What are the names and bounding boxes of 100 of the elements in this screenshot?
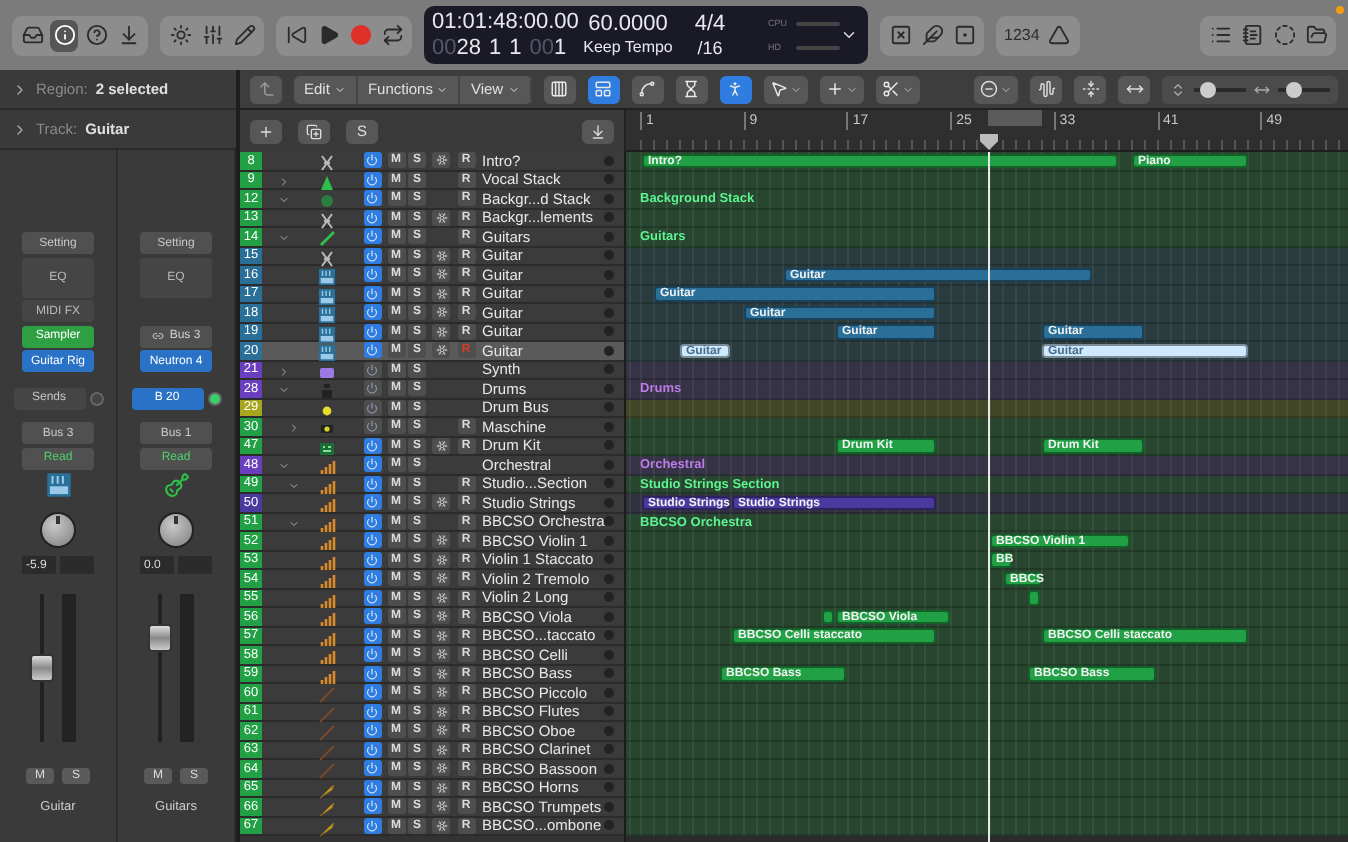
dot-icon xyxy=(604,554,614,565)
freeze-button[interactable] xyxy=(432,722,450,739)
freeze-button[interactable] xyxy=(432,152,450,169)
keyboard-icon xyxy=(318,287,336,305)
send-knob[interactable] xyxy=(207,391,221,405)
horizontal-zoom-thumb[interactable] xyxy=(1285,81,1302,97)
freeze-button[interactable] xyxy=(432,646,450,663)
snowflake-icon xyxy=(435,572,447,585)
help-button[interactable] xyxy=(82,19,110,51)
snowflake-icon xyxy=(435,743,447,756)
power-button[interactable] xyxy=(363,342,381,359)
snowflake-icon xyxy=(435,249,447,262)
dot-icon xyxy=(604,497,614,508)
dot-icon xyxy=(604,668,614,679)
notes-button[interactable] xyxy=(1238,19,1266,51)
dot-icon xyxy=(604,535,614,546)
info-button[interactable] xyxy=(50,19,78,51)
chevron-icon[interactable] xyxy=(840,26,858,44)
power-button[interactable] xyxy=(363,456,381,473)
freeze-button[interactable] xyxy=(432,798,450,815)
fader-thumb[interactable] xyxy=(30,654,54,683)
power-icon xyxy=(366,363,378,376)
dot-icon xyxy=(318,401,336,419)
brightness-button[interactable] xyxy=(166,19,194,51)
snowflake-icon xyxy=(435,819,447,832)
drum-machine-icon xyxy=(318,439,336,457)
freeze-button[interactable] xyxy=(432,760,450,777)
loops-button[interactable] xyxy=(1270,19,1298,51)
duplicate-icon xyxy=(306,123,322,139)
sun-icon xyxy=(169,24,191,46)
waveform-button[interactable] xyxy=(1030,75,1062,103)
columns-icon xyxy=(550,80,569,98)
pan-knob[interactable] xyxy=(40,511,76,547)
power-button[interactable] xyxy=(363,266,381,283)
zoom-button[interactable] xyxy=(974,75,1018,103)
lcd-time: 01:01:48:00.00 xyxy=(432,10,579,34)
flex-button[interactable] xyxy=(675,75,708,103)
locator-range xyxy=(988,110,1042,126)
plus-icon xyxy=(825,80,844,98)
power-icon xyxy=(366,211,378,224)
panel-button[interactable] xyxy=(587,75,620,103)
fader-thumb[interactable] xyxy=(148,624,172,653)
power-button[interactable] xyxy=(363,608,381,625)
catch-button[interactable] xyxy=(719,75,752,103)
playhead-handle[interactable] xyxy=(980,134,998,150)
fade-button[interactable] xyxy=(918,19,946,51)
dot-icon xyxy=(604,630,614,641)
plus-icon xyxy=(258,123,274,139)
vertical-zoom-thumb[interactable] xyxy=(1199,81,1216,97)
power-button[interactable] xyxy=(363,152,381,169)
power-button[interactable] xyxy=(363,760,381,777)
automation-button[interactable] xyxy=(631,75,664,103)
power-button[interactable] xyxy=(363,532,381,549)
freeze-button[interactable] xyxy=(432,266,450,283)
pad-icon xyxy=(318,420,336,438)
dot-icon xyxy=(604,421,614,432)
power-button[interactable] xyxy=(363,304,381,321)
pointer-tool-button[interactable] xyxy=(763,75,808,103)
fit-vertical-button[interactable] xyxy=(1074,75,1106,103)
region[interactable] xyxy=(822,609,834,624)
power-button[interactable] xyxy=(363,646,381,663)
dot-icon xyxy=(604,725,614,736)
power-icon xyxy=(366,249,378,262)
power-button[interactable] xyxy=(363,722,381,739)
back-button[interactable] xyxy=(250,75,282,103)
freeze-button[interactable] xyxy=(432,684,450,701)
duplicate-track-button[interactable] xyxy=(298,119,330,143)
freeze-button[interactable] xyxy=(432,342,450,359)
minus-circle-icon xyxy=(980,80,998,98)
snowflake-icon xyxy=(435,667,447,680)
grid-button[interactable] xyxy=(543,75,576,103)
power-button[interactable] xyxy=(363,798,381,815)
power-button[interactable] xyxy=(363,494,381,511)
cycle-button[interactable] xyxy=(378,19,406,51)
plus-tool-button[interactable] xyxy=(819,75,864,103)
freeze-button[interactable] xyxy=(432,494,450,511)
region[interactable] xyxy=(1028,590,1040,605)
power-button[interactable] xyxy=(363,570,381,587)
snowflake-icon xyxy=(435,306,447,319)
dot-icon xyxy=(604,402,614,413)
power-button[interactable] xyxy=(363,684,381,701)
keyboard-icon xyxy=(318,268,336,286)
dot-icon xyxy=(604,250,614,261)
power-button[interactable] xyxy=(363,190,381,207)
waveform-icon xyxy=(1037,80,1055,98)
count-in-button[interactable]: 1234 xyxy=(1002,19,1042,51)
pencil-button[interactable] xyxy=(230,19,258,51)
scissors-tool-button[interactable] xyxy=(875,75,920,103)
power-icon xyxy=(366,572,378,585)
fit-horizontal-button[interactable] xyxy=(1118,75,1150,103)
freeze-button[interactable] xyxy=(432,608,450,625)
freeze-button[interactable] xyxy=(432,304,450,321)
bar-graph-icon xyxy=(318,496,336,514)
snowflake-icon xyxy=(435,154,447,167)
power-button[interactable] xyxy=(363,228,381,245)
download-button[interactable] xyxy=(582,119,614,143)
freeze-button[interactable] xyxy=(432,532,450,549)
freeze-button[interactable] xyxy=(432,570,450,587)
pan-knob[interactable] xyxy=(158,511,194,547)
add-track-button[interactable] xyxy=(250,119,282,143)
